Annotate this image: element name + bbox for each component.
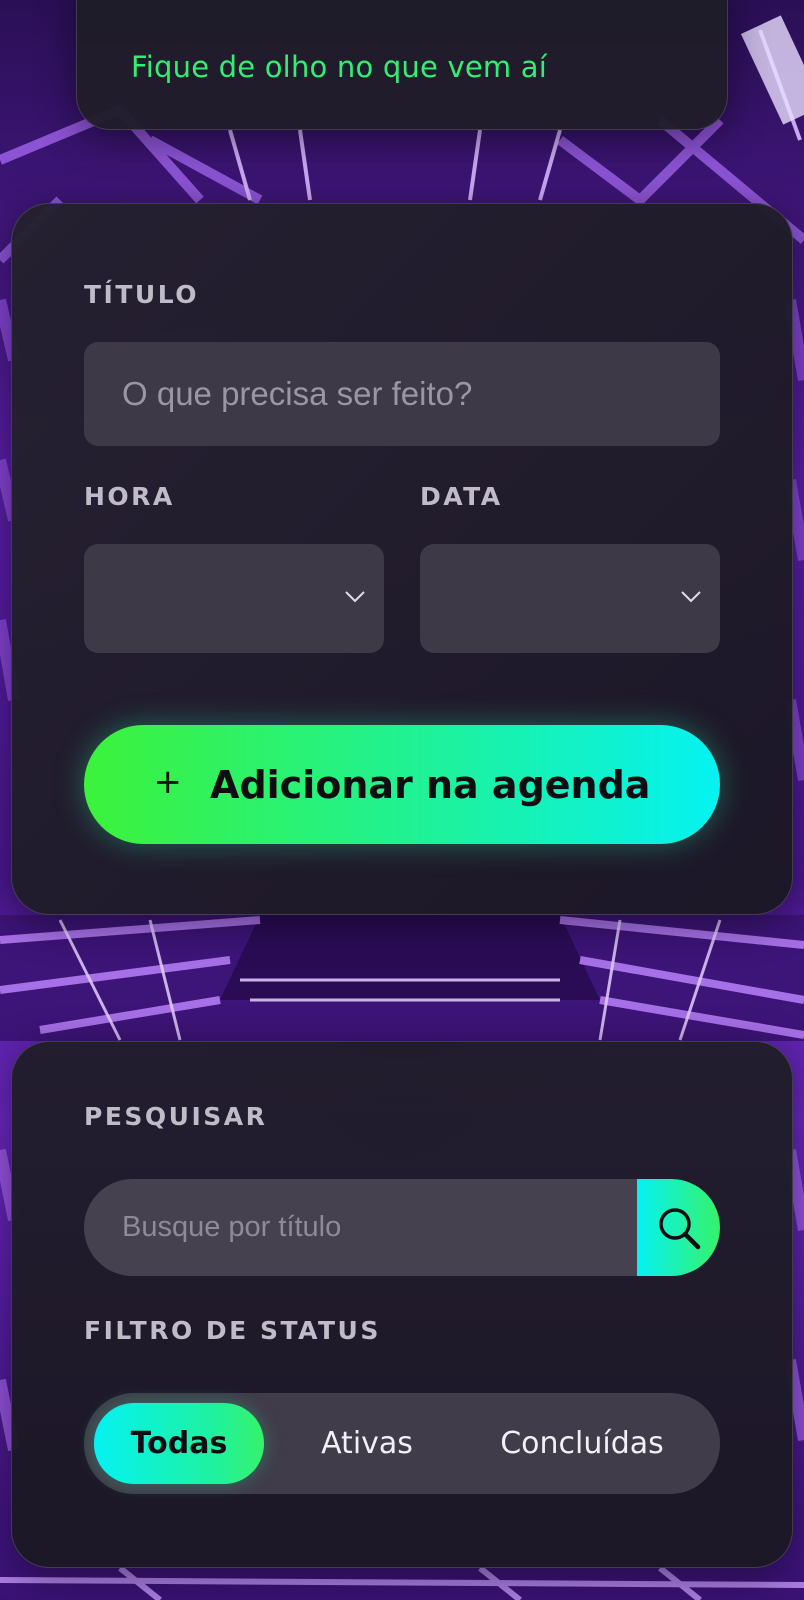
add-button-label: Adicionar na agenda [210,762,651,807]
hour-select[interactable] [84,544,384,653]
search-label: PESQUISAR [84,1102,268,1131]
search-button[interactable] [637,1179,720,1276]
chevron-down-icon [681,591,701,603]
status-filter: Todas Ativas Concluídas [84,1393,720,1494]
status-filter-label: FILTRO DE STATUS [84,1316,381,1345]
search-input[interactable] [84,1179,639,1276]
add-to-agenda-button[interactable]: + Adicionar na agenda [84,725,720,844]
title-label: TÍTULO [84,280,199,309]
status-option-concluidas[interactable]: Concluídas [482,1403,682,1484]
title-input[interactable] [84,342,720,446]
filter-panel: PESQUISAR FILTRO DE STATUS Todas Ativas … [11,1041,793,1568]
header-tagline: Fique de olho no que vem aí [131,50,547,84]
date-label: DATA [420,482,503,511]
search-bar [84,1179,720,1276]
hour-label: HORA [84,482,175,511]
plus-icon: + [153,761,183,802]
search-icon [658,1207,700,1249]
status-option-ativas[interactable]: Ativas [282,1403,452,1484]
chevron-down-icon [345,591,365,603]
status-option-todas[interactable]: Todas [94,1403,264,1484]
date-select[interactable] [420,544,720,653]
header-card: Fique de olho no que vem aí [76,0,728,130]
add-task-form: TÍTULO HORA DATA + Adicionar na agenda [11,203,793,915]
